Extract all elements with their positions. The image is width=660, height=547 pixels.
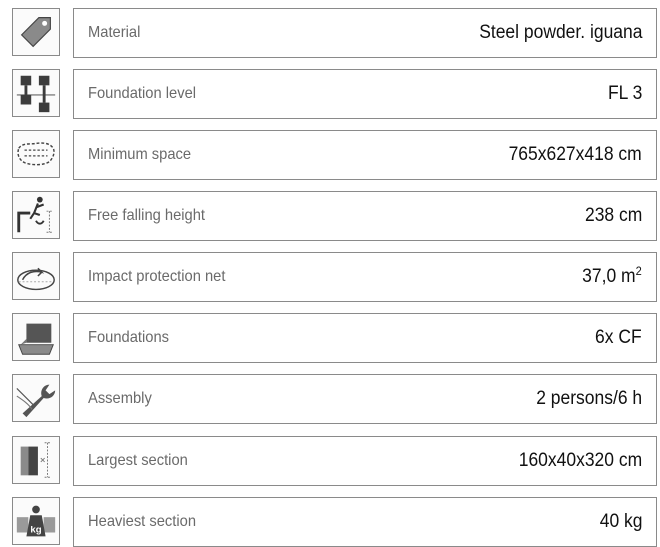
spec-row-material: Material Steel powder. iguana: [0, 8, 660, 58]
spec-label: Foundation level: [88, 85, 197, 102]
spec-value: Steel powder. iguana: [478, 22, 642, 43]
spec-row-minimum-space: Minimum space 765x627x418 cm: [0, 130, 660, 180]
spec-value: 765x627x418 cm: [508, 144, 642, 165]
spec-value: 6x CF: [595, 327, 642, 348]
spec-value: FL 3: [607, 83, 642, 104]
spec-row-assembly: Assembly 2 persons/6 h: [0, 374, 660, 424]
foundation-block-icon: [12, 313, 60, 361]
section-size-icon: [12, 436, 60, 484]
spec-row-foundations: Foundations 6x CF: [0, 313, 660, 363]
spec-field-free-falling-height: Free falling height 238 cm: [73, 191, 657, 241]
spec-label: Material: [88, 24, 141, 41]
spec-label: Minimum space: [88, 146, 192, 163]
spec-row-free-falling-height: Free falling height 238 cm: [0, 191, 660, 241]
spec-field-impact-protection: Impact protection net 37,0 m2: [73, 252, 657, 302]
spec-value: 238 cm: [584, 205, 642, 226]
unit-superscript: 2: [635, 264, 642, 278]
spec-field-foundation-level: Foundation level FL 3: [73, 69, 657, 119]
price-tag-icon: [12, 8, 60, 56]
spec-row-impact-protection: Impact protection net 37,0 m2: [0, 252, 660, 302]
foundation-level-icon: [12, 69, 60, 117]
spec-label: Assembly: [88, 390, 152, 407]
svg-text:kg: kg: [30, 525, 41, 536]
spec-field-assembly: Assembly 2 persons/6 h: [73, 374, 657, 424]
wrench-hand-icon: [12, 374, 60, 422]
spec-row-heaviest-section: kg Heaviest section 40 kg: [0, 497, 660, 547]
spec-field-foundations: Foundations 6x CF: [73, 313, 657, 363]
spec-row-largest-section: Largest section 160x40x320 cm: [0, 436, 660, 486]
spec-label: Impact protection net: [88, 268, 226, 285]
falling-person-icon: [12, 191, 60, 239]
spec-value: 37,0 m2: [582, 264, 642, 287]
weight-icon: kg: [12, 497, 60, 545]
spec-field-minimum-space: Minimum space 765x627x418 cm: [73, 130, 657, 180]
spec-row-foundation-level: Foundation level FL 3: [0, 69, 660, 119]
spec-value: 2 persons/6 h: [536, 388, 642, 409]
product-spec-list: Material Steel powder. iguana Foundation…: [0, 0, 660, 547]
spec-field-largest-section: Largest section 160x40x320 cm: [73, 436, 657, 486]
spec-field-heaviest-section: Heaviest section 40 kg: [73, 497, 657, 547]
spec-label: Free falling height: [88, 207, 206, 224]
spec-label: Largest section: [88, 452, 188, 469]
spec-label: Heaviest section: [88, 513, 196, 530]
space-outline-icon: [12, 130, 60, 178]
spec-value: 40 kg: [599, 511, 642, 532]
spec-value: 160x40x320 cm: [518, 450, 642, 471]
spec-field-material: Material Steel powder. iguana: [73, 8, 657, 58]
impact-area-icon: [12, 252, 60, 300]
spec-label: Foundations: [88, 329, 170, 346]
